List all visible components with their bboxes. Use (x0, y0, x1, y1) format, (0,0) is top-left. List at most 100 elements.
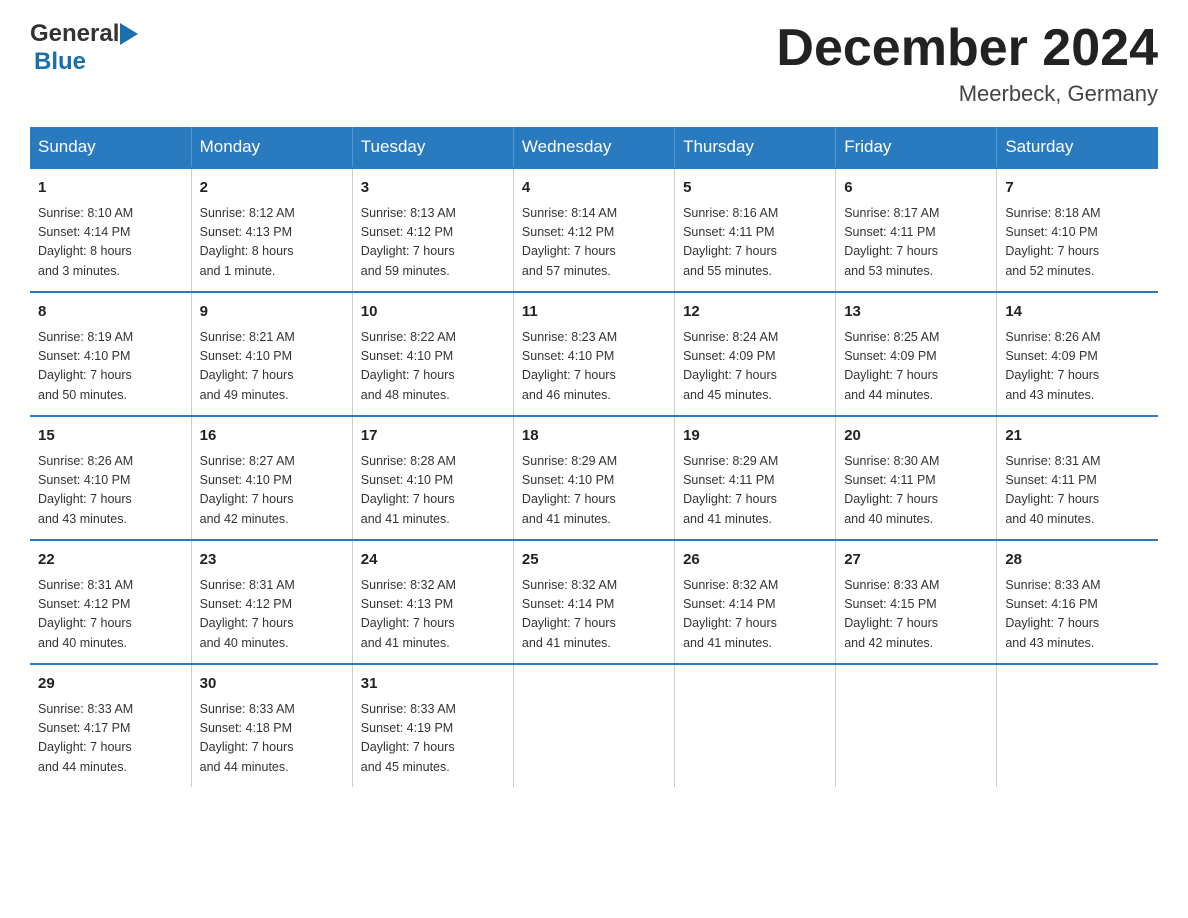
calendar-table: Sunday Monday Tuesday Wednesday Thursday… (30, 127, 1158, 787)
col-thursday: Thursday (675, 127, 836, 168)
day-number: 29 (38, 673, 183, 696)
day-info: Sunrise: 8:29 AMSunset: 4:11 PMDaylight:… (683, 454, 778, 526)
day-info: Sunrise: 8:33 AMSunset: 4:17 PMDaylight:… (38, 702, 133, 774)
day-info: Sunrise: 8:23 AMSunset: 4:10 PMDaylight:… (522, 330, 617, 402)
table-row: 8 Sunrise: 8:19 AMSunset: 4:10 PMDayligh… (30, 292, 191, 416)
table-row: 15 Sunrise: 8:26 AMSunset: 4:10 PMDaylig… (30, 416, 191, 540)
day-info: Sunrise: 8:24 AMSunset: 4:09 PMDaylight:… (683, 330, 778, 402)
day-info: Sunrise: 8:17 AMSunset: 4:11 PMDaylight:… (844, 206, 939, 278)
day-info: Sunrise: 8:10 AMSunset: 4:14 PMDaylight:… (38, 206, 133, 278)
day-info: Sunrise: 8:30 AMSunset: 4:11 PMDaylight:… (844, 454, 939, 526)
table-row: 23 Sunrise: 8:31 AMSunset: 4:12 PMDaylig… (191, 540, 352, 664)
day-number: 3 (361, 177, 505, 200)
day-info: Sunrise: 8:32 AMSunset: 4:13 PMDaylight:… (361, 578, 456, 650)
day-number: 6 (844, 177, 988, 200)
day-info: Sunrise: 8:22 AMSunset: 4:10 PMDaylight:… (361, 330, 456, 402)
location-title: Meerbeck, Germany (776, 81, 1158, 107)
table-row: 1 Sunrise: 8:10 AMSunset: 4:14 PMDayligh… (30, 168, 191, 292)
col-saturday: Saturday (997, 127, 1158, 168)
col-monday: Monday (191, 127, 352, 168)
day-number: 16 (200, 425, 344, 448)
day-info: Sunrise: 8:12 AMSunset: 4:13 PMDaylight:… (200, 206, 295, 278)
day-number: 27 (844, 549, 988, 572)
title-section: December 2024 Meerbeck, Germany (776, 20, 1158, 107)
day-number: 17 (361, 425, 505, 448)
day-info: Sunrise: 8:25 AMSunset: 4:09 PMDaylight:… (844, 330, 939, 402)
month-title: December 2024 (776, 20, 1158, 77)
calendar-week-row: 29 Sunrise: 8:33 AMSunset: 4:17 PMDaylig… (30, 664, 1158, 787)
table-row: 2 Sunrise: 8:12 AMSunset: 4:13 PMDayligh… (191, 168, 352, 292)
logo: General Blue (30, 20, 139, 76)
table-row: 3 Sunrise: 8:13 AMSunset: 4:12 PMDayligh… (352, 168, 513, 292)
col-sunday: Sunday (30, 127, 191, 168)
day-info: Sunrise: 8:19 AMSunset: 4:10 PMDaylight:… (38, 330, 133, 402)
day-info: Sunrise: 8:28 AMSunset: 4:10 PMDaylight:… (361, 454, 456, 526)
day-number: 31 (361, 673, 505, 696)
table-row: 25 Sunrise: 8:32 AMSunset: 4:14 PMDaylig… (513, 540, 674, 664)
day-info: Sunrise: 8:31 AMSunset: 4:12 PMDaylight:… (38, 578, 133, 650)
table-row: 19 Sunrise: 8:29 AMSunset: 4:11 PMDaylig… (675, 416, 836, 540)
table-row: 5 Sunrise: 8:16 AMSunset: 4:11 PMDayligh… (675, 168, 836, 292)
table-row: 4 Sunrise: 8:14 AMSunset: 4:12 PMDayligh… (513, 168, 674, 292)
table-row: 28 Sunrise: 8:33 AMSunset: 4:16 PMDaylig… (997, 540, 1158, 664)
day-number: 23 (200, 549, 344, 572)
logo-triangle-icon (119, 23, 139, 45)
day-number: 4 (522, 177, 666, 200)
col-friday: Friday (836, 127, 997, 168)
day-number: 8 (38, 301, 183, 324)
calendar-week-row: 8 Sunrise: 8:19 AMSunset: 4:10 PMDayligh… (30, 292, 1158, 416)
day-number: 26 (683, 549, 827, 572)
day-info: Sunrise: 8:26 AMSunset: 4:09 PMDaylight:… (1005, 330, 1100, 402)
day-number: 9 (200, 301, 344, 324)
day-number: 12 (683, 301, 827, 324)
table-row: 9 Sunrise: 8:21 AMSunset: 4:10 PMDayligh… (191, 292, 352, 416)
day-info: Sunrise: 8:32 AMSunset: 4:14 PMDaylight:… (683, 578, 778, 650)
day-info: Sunrise: 8:33 AMSunset: 4:16 PMDaylight:… (1005, 578, 1100, 650)
table-row (997, 664, 1158, 787)
calendar-week-row: 15 Sunrise: 8:26 AMSunset: 4:10 PMDaylig… (30, 416, 1158, 540)
table-row: 21 Sunrise: 8:31 AMSunset: 4:11 PMDaylig… (997, 416, 1158, 540)
day-number: 21 (1005, 425, 1150, 448)
table-row: 13 Sunrise: 8:25 AMSunset: 4:09 PMDaylig… (836, 292, 997, 416)
day-info: Sunrise: 8:26 AMSunset: 4:10 PMDaylight:… (38, 454, 133, 526)
table-row (513, 664, 674, 787)
table-row: 29 Sunrise: 8:33 AMSunset: 4:17 PMDaylig… (30, 664, 191, 787)
day-info: Sunrise: 8:14 AMSunset: 4:12 PMDaylight:… (522, 206, 617, 278)
day-number: 20 (844, 425, 988, 448)
table-row (675, 664, 836, 787)
day-number: 14 (1005, 301, 1150, 324)
day-info: Sunrise: 8:33 AMSunset: 4:18 PMDaylight:… (200, 702, 295, 774)
day-number: 18 (522, 425, 666, 448)
day-info: Sunrise: 8:27 AMSunset: 4:10 PMDaylight:… (200, 454, 295, 526)
day-number: 1 (38, 177, 183, 200)
day-info: Sunrise: 8:18 AMSunset: 4:10 PMDaylight:… (1005, 206, 1100, 278)
day-number: 2 (200, 177, 344, 200)
table-row: 11 Sunrise: 8:23 AMSunset: 4:10 PMDaylig… (513, 292, 674, 416)
table-row: 14 Sunrise: 8:26 AMSunset: 4:09 PMDaylig… (997, 292, 1158, 416)
table-row (836, 664, 997, 787)
day-info: Sunrise: 8:33 AMSunset: 4:15 PMDaylight:… (844, 578, 939, 650)
day-number: 30 (200, 673, 344, 696)
calendar-week-row: 22 Sunrise: 8:31 AMSunset: 4:12 PMDaylig… (30, 540, 1158, 664)
day-info: Sunrise: 8:32 AMSunset: 4:14 PMDaylight:… (522, 578, 617, 650)
day-info: Sunrise: 8:13 AMSunset: 4:12 PMDaylight:… (361, 206, 456, 278)
table-row: 24 Sunrise: 8:32 AMSunset: 4:13 PMDaylig… (352, 540, 513, 664)
table-row: 17 Sunrise: 8:28 AMSunset: 4:10 PMDaylig… (352, 416, 513, 540)
table-row: 6 Sunrise: 8:17 AMSunset: 4:11 PMDayligh… (836, 168, 997, 292)
table-row: 10 Sunrise: 8:22 AMSunset: 4:10 PMDaylig… (352, 292, 513, 416)
day-number: 7 (1005, 177, 1150, 200)
col-wednesday: Wednesday (513, 127, 674, 168)
day-number: 10 (361, 301, 505, 324)
day-info: Sunrise: 8:16 AMSunset: 4:11 PMDaylight:… (683, 206, 778, 278)
page-header: General Blue December 2024 Meerbeck, Ger… (30, 20, 1158, 107)
table-row: 30 Sunrise: 8:33 AMSunset: 4:18 PMDaylig… (191, 664, 352, 787)
day-info: Sunrise: 8:29 AMSunset: 4:10 PMDaylight:… (522, 454, 617, 526)
calendar-header-row: Sunday Monday Tuesday Wednesday Thursday… (30, 127, 1158, 168)
table-row: 16 Sunrise: 8:27 AMSunset: 4:10 PMDaylig… (191, 416, 352, 540)
day-number: 19 (683, 425, 827, 448)
day-number: 13 (844, 301, 988, 324)
day-number: 15 (38, 425, 183, 448)
table-row: 12 Sunrise: 8:24 AMSunset: 4:09 PMDaylig… (675, 292, 836, 416)
day-number: 22 (38, 549, 183, 572)
day-info: Sunrise: 8:31 AMSunset: 4:11 PMDaylight:… (1005, 454, 1100, 526)
